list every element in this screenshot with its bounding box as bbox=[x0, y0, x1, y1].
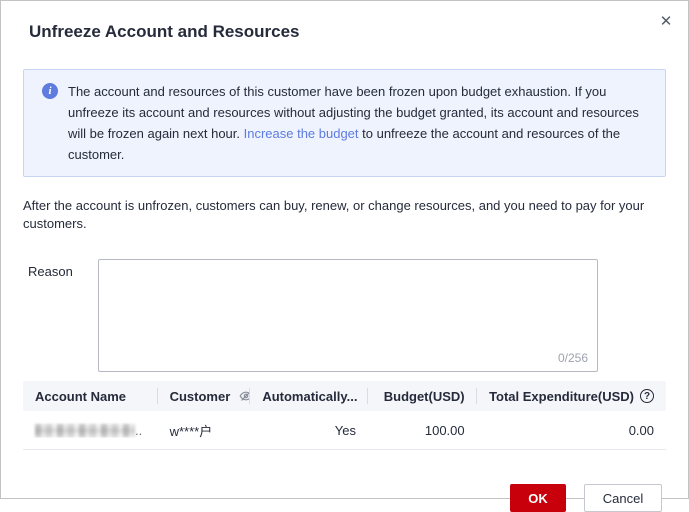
increase-budget-link[interactable]: Increase the budget bbox=[244, 126, 359, 141]
help-icon[interactable]: ? bbox=[640, 389, 654, 403]
col-budget: Budget(USD) bbox=[368, 381, 477, 411]
table-row: .. w****户 Yes 100.00 0.00 bbox=[23, 411, 666, 450]
customer-table: Account Name Customer Automatically... B… bbox=[23, 381, 666, 450]
col-budget-label: Budget(USD) bbox=[384, 389, 465, 404]
cancel-button[interactable]: Cancel bbox=[584, 484, 662, 512]
ok-button[interactable]: OK bbox=[510, 484, 566, 512]
table-header: Account Name Customer Automatically... B… bbox=[23, 381, 666, 411]
cell-automatically: Yes bbox=[250, 423, 368, 438]
reason-label: Reason bbox=[28, 259, 98, 279]
cell-budget: 100.00 bbox=[368, 423, 477, 438]
col-account-name-label: Account Name bbox=[35, 389, 126, 404]
col-total-expenditure: Total Expenditure(USD) ? bbox=[477, 381, 666, 411]
reason-textarea-wrap: 0/256 bbox=[98, 259, 598, 372]
reason-form-row: Reason 0/256 bbox=[28, 259, 666, 372]
alert-text: The account and resources of this custom… bbox=[68, 81, 651, 165]
col-customer-label: Customer bbox=[170, 389, 231, 404]
col-account-name: Account Name bbox=[23, 381, 158, 411]
masked-account-name bbox=[35, 424, 135, 437]
dialog-header: Unfreeze Account and Resources bbox=[1, 1, 688, 43]
col-automatically-label: Automatically... bbox=[262, 389, 357, 404]
cell-total-expenditure: 0.00 bbox=[477, 423, 666, 438]
cell-customer: w****户 bbox=[158, 421, 251, 440]
unfreeze-description: After the account is unfrozen, customers… bbox=[23, 197, 666, 233]
close-icon[interactable]: ✕ bbox=[656, 11, 676, 31]
masked-name-suffix: .. bbox=[135, 423, 142, 438]
info-alert: i The account and resources of this cust… bbox=[23, 69, 666, 177]
info-icon: i bbox=[42, 83, 58, 99]
reason-input[interactable] bbox=[98, 259, 598, 372]
cell-account-name: .. bbox=[23, 422, 158, 438]
eye-hidden-icon[interactable] bbox=[239, 389, 250, 403]
dialog-title: Unfreeze Account and Resources bbox=[29, 21, 660, 43]
col-automatically: Automatically... bbox=[250, 381, 368, 411]
dialog-footer: OK Cancel bbox=[1, 484, 662, 512]
col-customer: Customer bbox=[158, 381, 251, 411]
col-total-expenditure-label: Total Expenditure(USD) bbox=[489, 389, 634, 404]
unfreeze-dialog: { "dialog": { "title": "Unfreeze Account… bbox=[0, 0, 689, 499]
